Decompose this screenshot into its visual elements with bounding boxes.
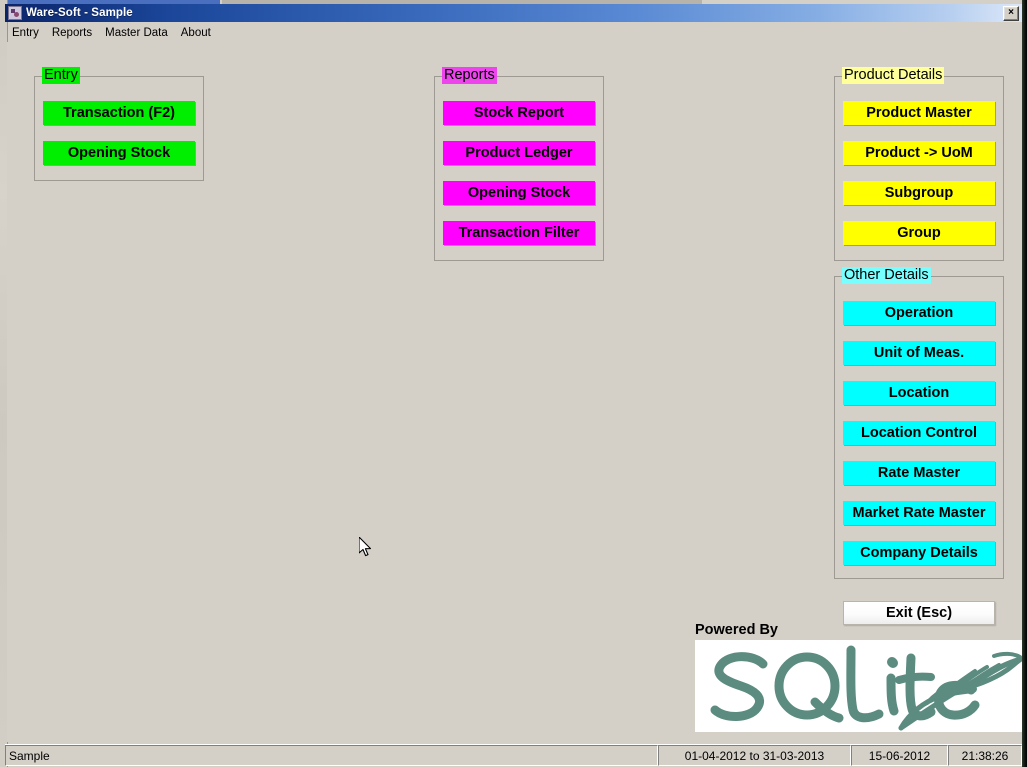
sqlite-logo — [695, 640, 1025, 732]
product-to-uom-button[interactable]: Product -> UoM — [843, 141, 995, 165]
product-master-button[interactable]: Product Master — [843, 101, 995, 125]
status-company: Sample — [5, 745, 658, 766]
status-period: 01-04-2012 to 31-03-2013 — [658, 745, 851, 766]
menu-bar: Entry Reports Master Data About — [6, 25, 1022, 41]
reports-group-label: Reports — [442, 67, 497, 84]
opening-stock-entry-button[interactable]: Opening Stock — [43, 141, 195, 165]
title-bar[interactable]: Ware-Soft - Sample × — [5, 4, 1022, 22]
unit-of-meas-button[interactable]: Unit of Meas. — [843, 341, 995, 365]
status-bar: Sample 01-04-2012 to 31-03-2013 15-06-20… — [5, 744, 1022, 766]
status-time: 21:38:26 — [948, 745, 1022, 766]
opening-stock-report-button[interactable]: Opening Stock — [443, 181, 595, 205]
location-button[interactable]: Location — [843, 381, 995, 405]
product-details-group-label: Product Details — [842, 67, 945, 84]
transaction-f2-button[interactable]: Transaction (F2) — [43, 101, 195, 125]
close-icon[interactable]: × — [1003, 5, 1019, 21]
entry-group-label: Entry — [42, 67, 80, 84]
status-date: 15-06-2012 — [851, 745, 948, 766]
menu-item-entry[interactable]: Entry — [6, 26, 46, 40]
market-rate-master-button[interactable]: Market Rate Master — [843, 501, 995, 525]
entry-group: Entry — [34, 67, 204, 181]
mouse-cursor — [358, 536, 373, 559]
app-icon — [8, 6, 22, 20]
rate-master-button[interactable]: Rate Master — [843, 461, 995, 485]
menu-item-reports[interactable]: Reports — [46, 26, 99, 40]
menu-item-about[interactable]: About — [175, 26, 218, 40]
subgroup-button[interactable]: Subgroup — [843, 181, 995, 205]
group-button[interactable]: Group — [843, 221, 995, 245]
client-area: Entry Transaction (F2) Opening Stock Rep… — [7, 42, 1025, 742]
transaction-filter-button[interactable]: Transaction Filter — [443, 221, 595, 245]
product-ledger-button[interactable]: Product Ledger — [443, 141, 595, 165]
operation-button[interactable]: Operation — [843, 301, 995, 325]
menu-item-master-data[interactable]: Master Data — [99, 26, 175, 40]
powered-by-label: Powered By — [695, 622, 778, 638]
window-title: Ware-Soft - Sample — [26, 7, 133, 19]
exit-button[interactable]: Exit (Esc) — [843, 601, 995, 625]
other-details-group-label: Other Details — [842, 267, 931, 284]
stock-report-button[interactable]: Stock Report — [443, 101, 595, 125]
location-control-button[interactable]: Location Control — [843, 421, 995, 445]
application-window: Ware-Soft - Sample × Entry Reports Maste… — [0, 0, 1027, 767]
window-right-edge — [1022, 0, 1027, 767]
company-details-button[interactable]: Company Details — [843, 541, 995, 565]
